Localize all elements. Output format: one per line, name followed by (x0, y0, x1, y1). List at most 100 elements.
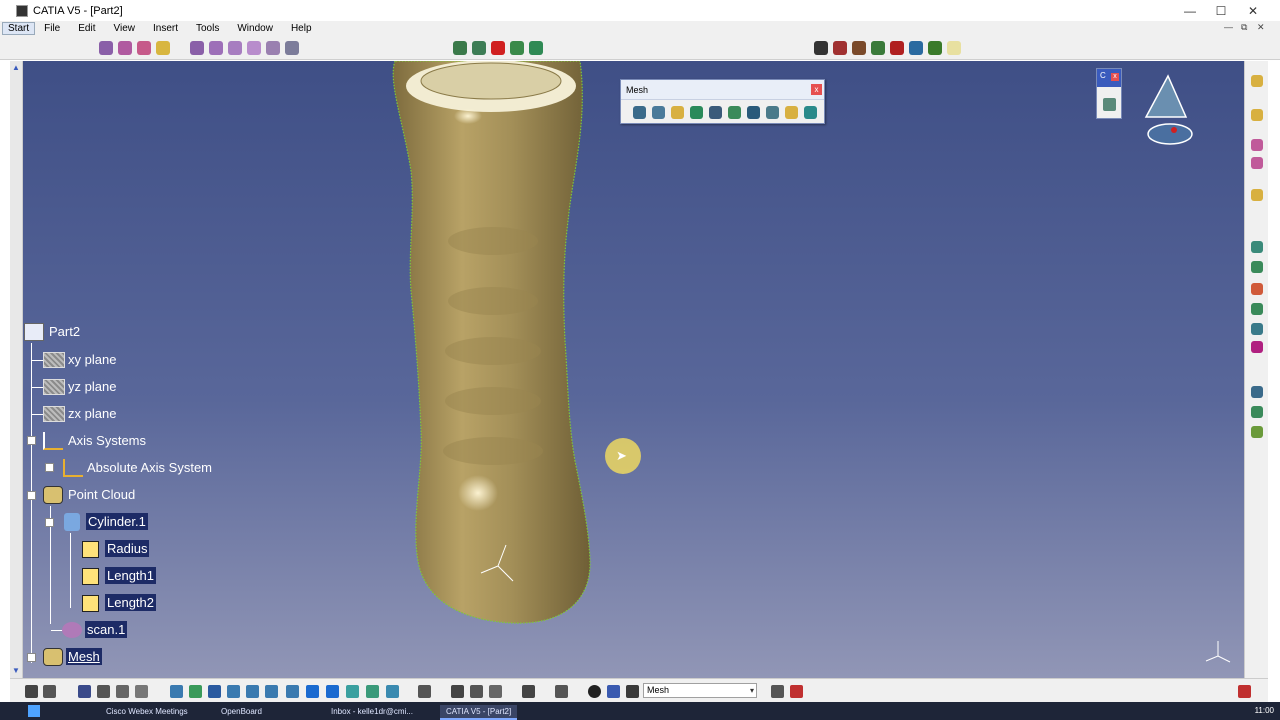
sharpen-icon[interactable] (771, 685, 784, 698)
zoom-out-icon[interactable] (265, 685, 278, 698)
tree-item-scan-1[interactable]: scan.1 (85, 621, 128, 638)
view-mode-icon[interactable] (326, 685, 339, 698)
collapse-icon[interactable] (27, 653, 36, 662)
axis-system-icon[interactable] (63, 459, 83, 477)
paste-icon[interactable] (489, 685, 502, 698)
task-webex[interactable]: Cisco Webex Meetings (100, 705, 194, 720)
plane-icon[interactable] (43, 352, 65, 368)
sketch-curve-icon[interactable] (1251, 283, 1263, 295)
point-icon[interactable] (1251, 341, 1263, 353)
scroll-up-icon[interactable]: ▲ (12, 63, 20, 72)
hide-show-icon[interactable] (366, 685, 379, 698)
sketcher-icon[interactable] (1251, 75, 1263, 87)
interactive-triangle-icon[interactable] (747, 106, 760, 119)
deviation-icon[interactable] (871, 41, 885, 55)
curve-net-icon[interactable] (1251, 241, 1263, 253)
tree-filter-icon[interactable] (607, 685, 620, 698)
point-cloud-icon[interactable] (43, 486, 63, 504)
measure-item-icon[interactable] (135, 685, 148, 698)
tree-item-length1[interactable]: Length1 (105, 567, 156, 584)
sun-icon[interactable] (947, 41, 961, 55)
windows-start-icon[interactable] (28, 705, 40, 717)
tree-item-absolute-axis-system[interactable]: Absolute Axis System (87, 460, 212, 475)
mesh-toolbar-close-button[interactable]: x (811, 84, 822, 95)
menu-tools[interactable]: Tools (187, 23, 228, 34)
mesh-smoothing-icon[interactable] (690, 106, 703, 119)
menu-start[interactable]: Start (2, 22, 36, 35)
collapse-icon[interactable] (45, 518, 54, 527)
grid-icon[interactable] (555, 685, 568, 698)
intersection-icon[interactable] (510, 41, 524, 55)
cloud-icon[interactable] (99, 41, 113, 55)
normal-view-icon[interactable] (286, 685, 299, 698)
small-toolbar[interactable]: C x (1096, 68, 1122, 119)
menu-insert[interactable]: Insert (144, 23, 187, 34)
split-icon[interactable] (1251, 386, 1263, 398)
mesh-toolbar[interactable]: Mesh x (620, 79, 825, 124)
activate-icon[interactable] (1251, 139, 1263, 151)
menu-window[interactable]: Window (228, 23, 282, 34)
offset-mesh-icon[interactable] (652, 106, 665, 119)
fit-all-icon[interactable] (189, 685, 202, 698)
part-icon[interactable] (24, 323, 44, 341)
curve-icon[interactable] (285, 41, 299, 55)
small-toolbar-close-button[interactable]: x (1111, 73, 1119, 81)
sketch-icon[interactable] (1103, 98, 1116, 111)
swap-space-icon[interactable] (386, 685, 399, 698)
shading-icon[interactable] (346, 685, 359, 698)
collapse-icon[interactable] (27, 491, 36, 500)
tree-item-point-cloud[interactable]: Point Cloud (68, 487, 135, 502)
section-icon[interactable] (453, 41, 467, 55)
task-openboard[interactable]: OpenBoard (215, 705, 268, 720)
mesh-cleaner-icon[interactable] (709, 106, 722, 119)
deactivate-icon[interactable] (1251, 157, 1263, 169)
plane-icon[interactable] (43, 379, 65, 395)
flip-edges-icon[interactable] (228, 41, 242, 55)
free-edges-icon[interactable] (529, 41, 543, 55)
planar-section-icon[interactable] (472, 41, 486, 55)
rotate-icon[interactable] (227, 685, 240, 698)
left-scrollbar[interactable]: ▲ ▼ (10, 61, 23, 678)
scan-model[interactable] (23, 61, 1244, 678)
menu-help[interactable]: Help (282, 23, 321, 34)
mesh-icon[interactable] (43, 648, 63, 666)
catalog-icon[interactable] (97, 685, 110, 698)
tree-item-xy-plane[interactable]: xy plane (68, 352, 116, 367)
tree-item-mesh[interactable]: Mesh (66, 648, 102, 665)
pan-icon[interactable] (208, 685, 221, 698)
delete-icon[interactable] (491, 41, 505, 55)
copy-icon[interactable] (470, 685, 483, 698)
curvature-icon[interactable] (890, 41, 904, 55)
fly-mode-icon[interactable] (170, 685, 183, 698)
plane-icon[interactable] (43, 406, 65, 422)
mesh-create-icon[interactable] (190, 41, 204, 55)
extrapolate-icon[interactable] (1251, 426, 1263, 438)
formula-icon[interactable] (25, 685, 38, 698)
parameter-icon[interactable] (82, 541, 99, 558)
minimize-button[interactable]: — (1175, 0, 1205, 21)
protect-icon[interactable] (1251, 189, 1263, 201)
flip-edges-icon[interactable] (671, 106, 684, 119)
light-icon[interactable] (928, 41, 942, 55)
measure-icon[interactable] (833, 41, 847, 55)
refresh-icon[interactable] (588, 685, 601, 698)
tree-item-radius[interactable]: Radius (105, 540, 150, 557)
analysis-icon[interactable] (852, 41, 866, 55)
compass-icon[interactable] (1138, 72, 1196, 147)
mesh-creation-icon[interactable] (633, 106, 646, 119)
properties-icon[interactable] (418, 685, 431, 698)
menu-edit[interactable]: Edit (69, 23, 104, 34)
axis-systems-icon[interactable] (43, 432, 63, 450)
fill-icon[interactable] (1251, 303, 1263, 315)
fill-holes-icon[interactable] (728, 106, 741, 119)
maximize-button[interactable]: ☐ (1206, 0, 1236, 21)
close-button[interactable]: ✕ (1238, 0, 1268, 21)
tree-item-length2[interactable]: Length2 (105, 594, 156, 611)
mesh-select[interactable]: Mesh ▾ (643, 683, 757, 698)
tree-item-cylinder-1[interactable]: Cylinder.1 (86, 513, 148, 530)
flag-icon[interactable] (790, 685, 803, 698)
cloud-filter-icon[interactable] (118, 41, 132, 55)
table-icon[interactable] (78, 685, 91, 698)
3d-viewport[interactable] (23, 61, 1244, 678)
print-icon[interactable] (522, 685, 535, 698)
